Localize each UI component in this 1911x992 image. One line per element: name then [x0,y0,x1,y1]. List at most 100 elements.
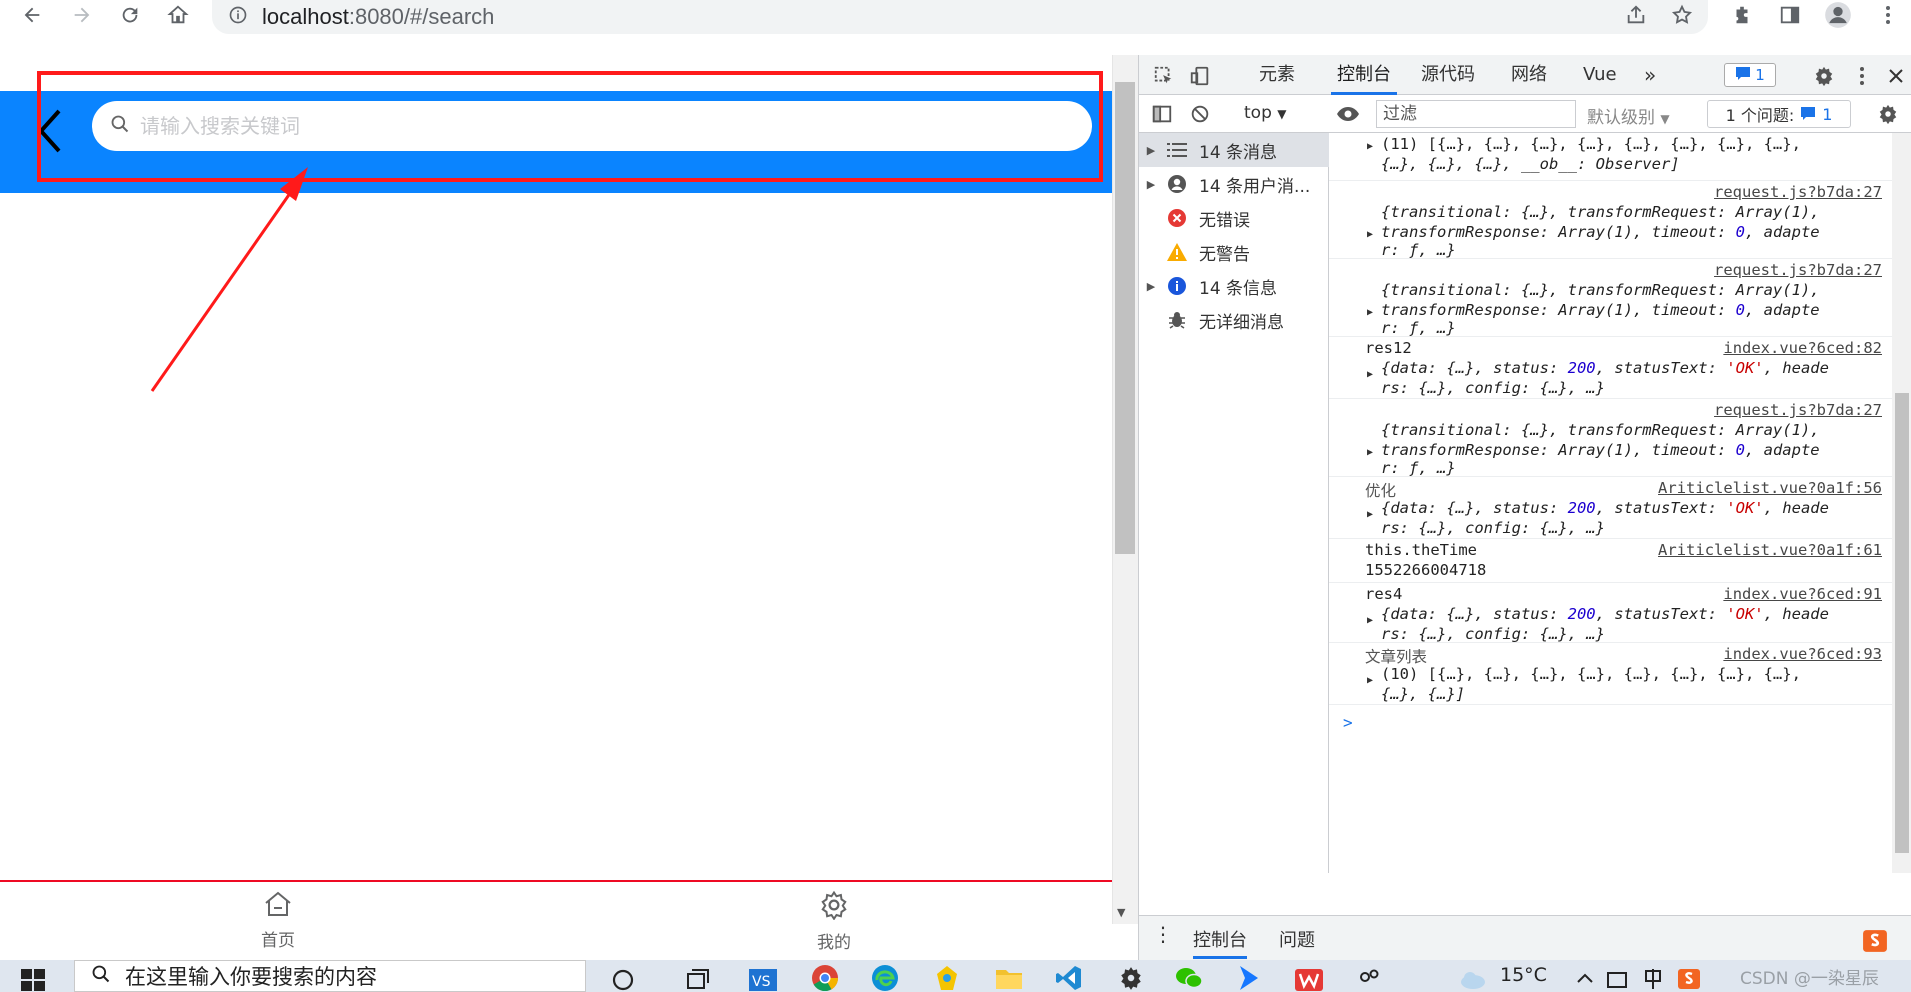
cortana-icon[interactable] [606,964,640,992]
issues-button[interactable]: 1 个问题: 1 [1707,100,1851,128]
clear-console-icon[interactable] [1187,101,1213,127]
console-settings-gear-icon[interactable] [1875,101,1901,127]
console-message: request.js?b7da:27 {transitional: {…}, t… [1329,181,1892,259]
people-icon[interactable] [1352,964,1386,992]
edge-icon[interactable] [868,964,902,992]
console-scrollbar-track[interactable] [1892,133,1911,873]
sidebar-item-info[interactable]: ▶ 14 条信息 [1139,269,1329,303]
show-sidebar-icon[interactable] [1149,101,1175,127]
side-panel-icon[interactable] [1772,0,1808,30]
inspect-element-icon[interactable] [1151,63,1177,89]
profile-avatar-icon[interactable] [1820,0,1856,30]
app-yellow-icon[interactable] [930,964,964,992]
browser-toolbar: localhost:8080/#/search [0,0,1911,36]
taskbar-search-box[interactable]: 在这里输入你要搜索的内容 [74,960,586,992]
console-scrollbar-thumb[interactable] [1895,393,1909,853]
tab-mine[interactable]: 我的 [774,890,894,953]
home-icon[interactable] [160,0,196,30]
info-icon [1163,276,1191,296]
vscode-vs-icon[interactable]: VS [746,964,780,992]
expand-triangle-icon[interactable]: ▶ [1367,447,1373,458]
address-bar[interactable]: localhost:8080/#/search [212,0,1708,34]
devtools-menu-icon[interactable] [1849,63,1875,89]
warning-icon [1163,242,1191,262]
extensions-icon[interactable] [1724,0,1760,30]
messages-badge-count: 1 [1755,66,1765,84]
settings-gear-icon[interactable] [1114,964,1148,992]
share-icon[interactable] [1618,0,1654,30]
settings-gear-icon[interactable] [1811,63,1837,89]
console-filter-bar: top ▼ 过滤 默认级别 ▼ 1 个问题: 1 [1139,95,1911,133]
expand-triangle-icon[interactable]: ▶ [1139,178,1163,191]
close-devtools-icon[interactable] [1883,63,1909,89]
expand-triangle-icon[interactable]: ▶ [1367,675,1373,686]
sidebar-item-messages[interactable]: ▶ 14 条消息 [1139,133,1329,167]
sidebar-item-verbose[interactable]: 无详细消息 [1139,303,1329,337]
expand-triangle-icon[interactable]: ▶ [1139,280,1163,293]
device-toolbar-icon[interactable] [1187,63,1213,89]
console-message-line: rs: {…}, config: {…}, …} [1381,625,1605,643]
wps-icon[interactable] [1292,964,1326,992]
messages-badge[interactable]: 1 [1724,63,1776,87]
chrome-icon[interactable] [808,964,842,992]
console-prompt-icon[interactable]: > [1343,713,1353,732]
drawer-tab-issues[interactable]: 问题 [1279,926,1315,952]
bug-icon [1163,310,1191,330]
expand-triangle-icon[interactable]: ▶ [1367,141,1373,152]
filter-input[interactable]: 过滤 [1376,100,1576,128]
expand-triangle-icon[interactable]: ▶ [1367,307,1373,318]
console-source-link[interactable]: Ariticlelist.vue?0a1f:56 [1658,479,1882,497]
tab-home[interactable]: 首页 [218,890,338,951]
tab-vue[interactable]: Vue [1583,55,1617,95]
console-source-link[interactable]: index.vue?6ced:82 [1723,339,1882,357]
sidebar-item-warnings[interactable]: 无警告 [1139,235,1329,269]
console-source-link[interactable]: request.js?b7da:27 [1714,183,1882,201]
console-message-line: {…}, {…}, {…}, __ob__: Observer] [1381,155,1680,173]
chevron-up-icon[interactable] [1568,964,1602,992]
annotation-arrow [150,167,308,392]
windows-start-icon[interactable] [20,966,46,992]
ime-language-icon[interactable] [1636,964,1670,992]
console-source-link[interactable]: Ariticlelist.vue?0a1f:61 [1658,541,1882,559]
wechat-icon[interactable] [1172,964,1206,992]
sogou-floating-icon[interactable] [1862,928,1888,958]
console-source-link[interactable]: index.vue?6ced:93 [1723,645,1882,663]
scroll-down-arrow-icon[interactable]: ▼ [1117,906,1125,919]
back-icon[interactable] [14,0,50,30]
feishu-icon[interactable] [1232,964,1266,992]
vscode-icon[interactable] [1052,964,1086,992]
tab-network[interactable]: 网络 [1511,55,1547,95]
tab-console[interactable]: 控制台 [1331,55,1397,95]
expand-triangle-icon[interactable]: ▶ [1367,229,1373,240]
bookmark-star-icon[interactable] [1664,0,1700,30]
expand-triangle-icon[interactable]: ▶ [1139,144,1163,157]
drawer-tab-console[interactable]: 控制台 [1193,926,1247,959]
task-view-icon[interactable] [680,964,714,992]
drawer-menu-icon[interactable]: ⋮ [1153,922,1173,946]
browser-menu-icon[interactable] [1870,0,1906,30]
sogou-s-icon[interactable] [1672,964,1706,992]
forward-icon[interactable] [64,0,100,30]
more-tabs-icon[interactable]: » [1644,55,1656,95]
expand-triangle-icon[interactable]: ▶ [1367,615,1373,626]
tab-sources[interactable]: 源代码 [1421,55,1475,95]
console-source-link[interactable]: request.js?b7da:27 [1714,401,1882,419]
log-levels-dropdown[interactable]: 默认级别 ▼ [1587,103,1670,128]
info-icon[interactable] [228,5,248,29]
tab-mine-label: 我的 [817,933,851,953]
reload-icon[interactable] [112,0,148,30]
sidebar-item-errors[interactable]: 无错误 [1139,201,1329,235]
file-explorer-icon[interactable] [992,964,1026,992]
tray-app-icon[interactable] [1600,964,1634,992]
sidebar-item-user-messages[interactable]: ▶ 14 条用户消... [1139,167,1329,201]
page-scrollbar-thumb[interactable] [1115,82,1135,554]
expand-triangle-icon[interactable]: ▶ [1367,369,1373,380]
console-source-link[interactable]: request.js?b7da:27 [1714,261,1882,279]
tab-elements[interactable]: 元素 [1259,55,1295,95]
context-selector[interactable]: top ▼ [1244,103,1287,123]
console-message-line: 1552266004718 [1365,561,1487,579]
console-message-label: this.theTime [1365,541,1477,559]
console-source-link[interactable]: index.vue?6ced:91 [1723,585,1882,603]
expand-triangle-icon[interactable]: ▶ [1367,509,1373,520]
live-expression-eye-icon[interactable] [1335,101,1361,127]
